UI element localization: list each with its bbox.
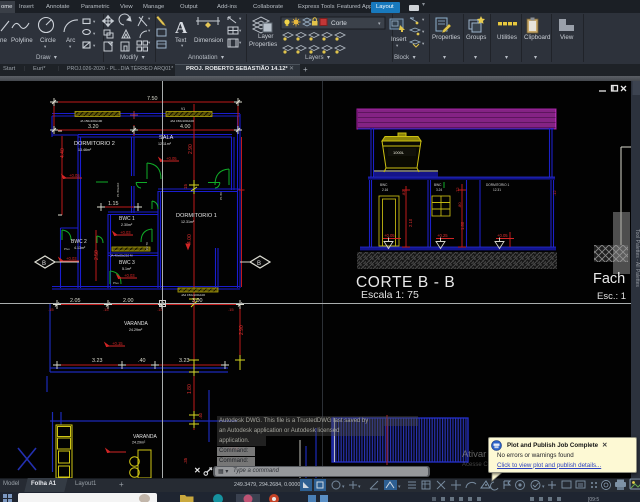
svg-text:2.50: 2.50	[94, 250, 100, 260]
svg-text:BWC 1: BWC 1	[119, 216, 135, 222]
svg-text:VARANDA: VARANDA	[124, 321, 148, 327]
svg-text:2.30m²: 2.30m²	[121, 223, 133, 227]
svg-text:+0.05: +0.05	[384, 233, 395, 238]
svg-text:P2 70: P2 70	[145, 242, 149, 250]
svg-text:12.31m²: 12.31m²	[181, 220, 195, 224]
svg-text:3.23: 3.23	[92, 358, 103, 364]
svg-text:1.15: 1.15	[108, 201, 119, 207]
svg-text:JA 150x100x100: JA 150x100x100	[80, 119, 103, 123]
svg-text:.15: .15	[48, 307, 54, 312]
svg-text:2.90: 2.90	[188, 144, 194, 154]
svg-text:15: 15	[183, 184, 188, 189]
svg-text:Escala 1: 75: Escala 1: 75	[361, 289, 419, 301]
svg-text:V1: V1	[181, 107, 185, 111]
svg-text:+0.03: +0.03	[120, 230, 131, 235]
svg-text:12.31: 12.31	[493, 188, 501, 192]
svg-text:.72: .72	[455, 187, 460, 193]
svg-text:▾: ▾	[542, 484, 545, 490]
svg-text:1.80: 1.80	[187, 384, 193, 394]
svg-text:▾: ▾	[398, 484, 401, 490]
svg-text:4.40: 4.40	[60, 148, 66, 158]
svg-text:12.11m²: 12.11m²	[158, 142, 172, 146]
svg-text:▾: ▾	[358, 484, 361, 490]
svg-text:SALA: SALA	[159, 135, 174, 141]
svg-text:2.10: 2.10	[408, 218, 413, 227]
svg-text:B: B	[257, 261, 261, 267]
svg-text:24.29m²: 24.29m²	[129, 328, 143, 332]
svg-text:+0.15: +0.15	[112, 341, 123, 346]
svg-text:+0.05: +0.05	[166, 156, 177, 161]
svg-text:JA2 150x100x100: JA2 150x100x100	[181, 293, 205, 297]
svg-text:B: B	[42, 261, 46, 267]
svg-text:2.90: 2.90	[239, 325, 245, 335]
svg-text:.12: .12	[552, 190, 557, 196]
svg-text:.15: .15	[228, 307, 234, 312]
svg-text:.15: .15	[103, 307, 109, 312]
svg-text:+0.25: +0.25	[437, 233, 448, 238]
svg-text:Tool Palettes - All Palettes: Tool Palettes - All Palettes	[634, 229, 640, 287]
svg-text:DORMITORIO 1: DORMITORIO 1	[176, 213, 217, 219]
svg-text:4.00: 4.00	[180, 124, 191, 130]
svg-text:DORMITORIO 1: DORMITORIO 1	[486, 183, 510, 187]
svg-text:7.50: 7.50	[147, 96, 158, 102]
svg-text:Pivo: Pivo	[113, 281, 119, 285]
svg-text:VARANDA: VARANDA	[133, 434, 157, 440]
svg-text:Pivo: Pivo	[64, 247, 70, 251]
svg-text:3.20: 3.20	[88, 124, 99, 130]
svg-text:24.29m²: 24.29m²	[132, 441, 146, 445]
svg-text:Fach: Fach	[593, 271, 625, 287]
svg-text:JA2 150x100x100: JA2 150x100x100	[170, 119, 194, 123]
svg-text:▾: ▾	[342, 484, 345, 490]
svg-text:4.00: 4.00	[187, 234, 193, 244]
svg-text:1000L: 1000L	[393, 150, 405, 155]
svg-text:3.24: 3.24	[436, 188, 442, 192]
svg-text:JA-40x60x210 M: JA-40x60x210 M	[110, 254, 133, 258]
svg-text:.35: .35	[183, 457, 188, 464]
svg-text:.80: .80	[457, 202, 462, 208]
svg-text:P1 80: P1 80	[219, 192, 223, 200]
svg-text:+0.03: +0.03	[124, 273, 135, 278]
svg-text:13.46m²: 13.46m²	[78, 148, 92, 152]
svg-text:DORMITORIO 2: DORMITORIO 2	[74, 141, 115, 147]
svg-text:Esc.: 1: Esc.: 1	[597, 291, 626, 302]
svg-text:.82: .82	[401, 190, 406, 196]
svg-text:+0.03: +0.03	[66, 256, 77, 261]
svg-text:BWC: BWC	[434, 183, 442, 187]
svg-text:+0.05: +0.05	[69, 173, 80, 178]
svg-text:5.1m²: 5.1m²	[122, 267, 132, 271]
svg-text:BWC 2: BWC 2	[71, 239, 87, 245]
svg-text:2.16: 2.16	[382, 188, 388, 192]
svg-text:1.80: 1.80	[460, 221, 465, 230]
svg-text:.40: .40	[138, 358, 146, 364]
svg-text:P1 80x210: P1 80x210	[116, 182, 120, 197]
svg-text:.40: .40	[198, 412, 203, 419]
svg-text:[09:5: [09:5	[588, 497, 599, 502]
svg-text:4.13m²: 4.13m²	[74, 246, 86, 250]
svg-text:BWC: BWC	[380, 183, 388, 187]
svg-text:3.23: 3.23	[179, 358, 190, 364]
svg-text:BWC 3: BWC 3	[119, 260, 135, 266]
svg-text:+0.05: +0.05	[497, 233, 508, 238]
